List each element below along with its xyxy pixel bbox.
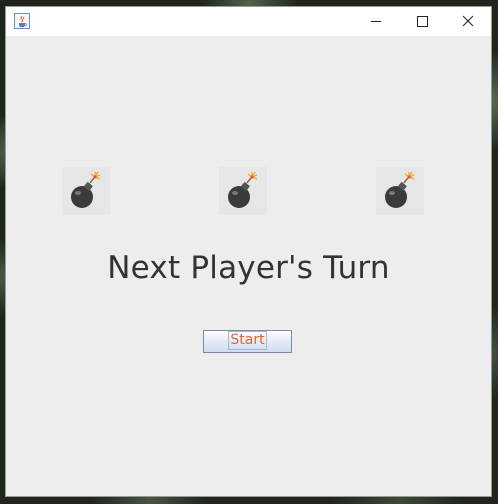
java-cup-icon[interactable]: [14, 13, 30, 29]
turn-message: Next Player's Turn: [107, 250, 390, 286]
minimize-icon: [371, 21, 381, 22]
maximize-icon: [417, 16, 428, 27]
bomb-icon: [219, 167, 267, 215]
bomb-icon: [376, 167, 424, 215]
maximize-button[interactable]: [399, 7, 445, 36]
close-button[interactable]: [445, 7, 491, 36]
start-button-label: Start: [228, 330, 267, 350]
title-bar[interactable]: [6, 7, 491, 36]
minimize-button[interactable]: [353, 7, 399, 36]
app-window: Next Player's Turn Start: [5, 6, 492, 497]
bomb-icon: [62, 167, 110, 215]
start-button[interactable]: Start: [203, 330, 292, 353]
close-icon: [462, 15, 474, 27]
game-panel: Next Player's Turn Start: [6, 36, 491, 496]
